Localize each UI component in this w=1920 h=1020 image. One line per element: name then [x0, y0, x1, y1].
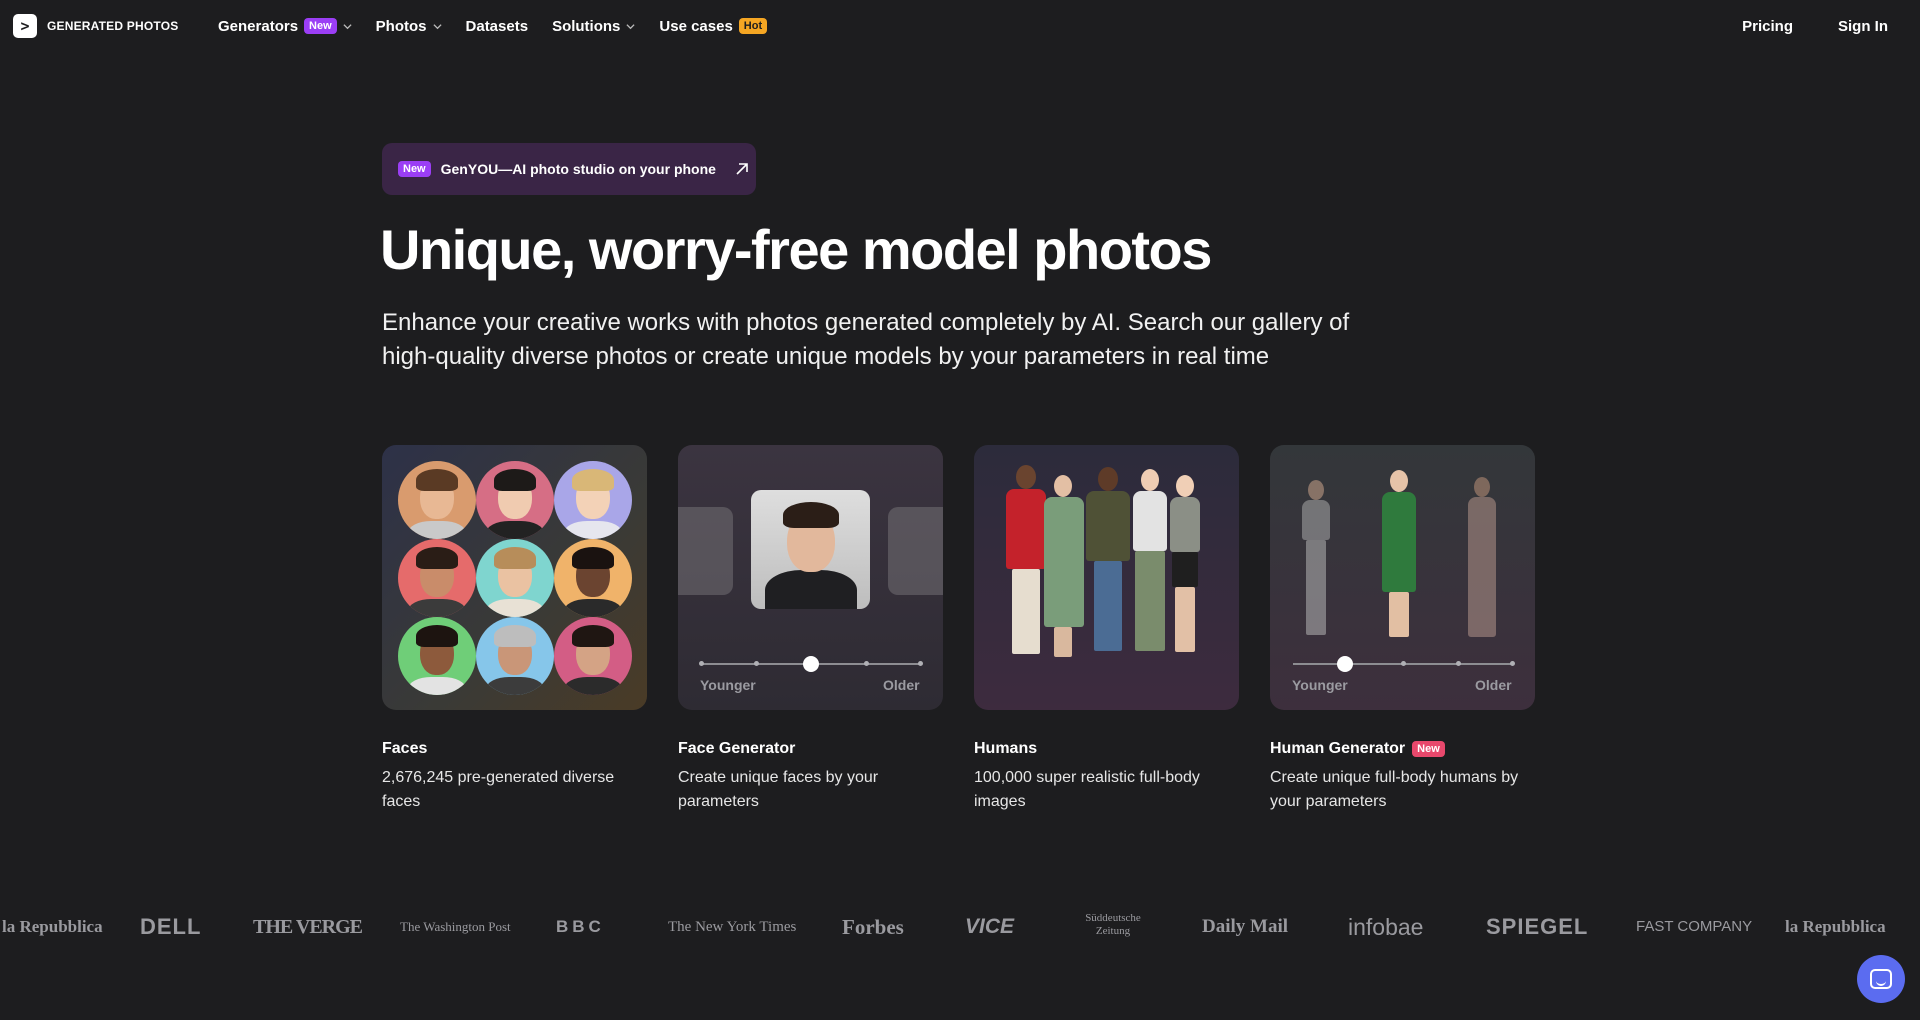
press-logo: SPIEGEL — [1486, 914, 1589, 939]
face-avatar — [554, 539, 632, 617]
press-logo: BBC — [556, 917, 605, 936]
slider-tick — [1510, 661, 1515, 666]
chevron-down-icon — [343, 23, 352, 29]
card-title-text: Face Generator — [678, 740, 796, 757]
nav-item-label: Datasets — [465, 17, 529, 35]
card-title: Face Generator — [678, 740, 943, 758]
card-title: Faces — [382, 740, 647, 758]
card-title-text: Faces — [382, 740, 428, 757]
face-avatar — [476, 461, 554, 539]
face-generator-image[interactable]: Younger Older — [678, 445, 943, 710]
pricing-link[interactable]: Pricing — [1742, 18, 1793, 35]
chevron-down-icon — [432, 23, 442, 29]
press-logo: FAST COMPANY — [1636, 918, 1753, 935]
human-generator-image[interactable]: Younger Older — [1270, 445, 1535, 710]
face-avatar — [476, 539, 554, 617]
press-logo: Süddeutsche Zeitung — [1085, 912, 1141, 937]
press-logos-strip: la Repubblica DELL THE VERGE The Washing… — [0, 912, 1920, 942]
brand-logo[interactable]: > GENERATED PHOTOS — [13, 14, 178, 38]
press-logo: VICE — [965, 915, 1015, 938]
slider-tick — [754, 661, 759, 666]
promo-text: GenYOU—AI photo studio on your phone — [440, 161, 716, 177]
press-logo: DELL — [140, 914, 202, 939]
humans-image[interactable] — [974, 445, 1239, 710]
hot-badge: Hot — [738, 18, 768, 34]
logo-icon: > — [13, 14, 37, 38]
card-description: Create unique full-body humans by your p… — [1270, 769, 1519, 810]
card-description: Create unique faces by your parameters — [678, 769, 879, 810]
press-logo: THE VERGE — [253, 916, 363, 938]
face-preview — [751, 490, 870, 609]
nav-right: Pricing Sign In — [1742, 0, 1888, 52]
nav-item-label: Photos — [375, 17, 427, 35]
press-logo: la Repubblica — [2, 917, 103, 936]
slider-tick — [918, 661, 923, 666]
hero-subtitle: Enhance your creative works with photos … — [382, 309, 1350, 370]
nav-item-label: Generators — [218, 17, 299, 35]
press-logo: infobae — [1348, 914, 1424, 940]
faces-grid-image[interactable] — [382, 445, 647, 710]
slider-max-label: Older — [883, 677, 920, 693]
main-menu: Generators New Photos Datasets Solutions… — [218, 0, 791, 52]
press-logo: The Washington Post — [400, 919, 511, 934]
card-description: 100,000 super realistic full-body images — [974, 769, 1200, 810]
face-avatar — [398, 461, 476, 539]
slider-tick — [1456, 661, 1461, 666]
face-thumbnail-right — [888, 507, 943, 595]
card-description: 2,676,245 pre-generated diverse faces — [382, 769, 615, 810]
face-avatar — [476, 617, 554, 695]
brand-name: GENERATED PHOTOS — [47, 19, 179, 33]
face-avatar — [398, 539, 476, 617]
nav-item-photos[interactable]: Photos — [376, 18, 442, 35]
nav-item-use-cases[interactable]: Use cases Hot — [659, 17, 768, 35]
slider-min-label: Younger — [1292, 677, 1348, 693]
card-title: Humans — [974, 740, 1239, 758]
chat-launcher-button[interactable] — [1857, 955, 1905, 1003]
card-title-text: Humans — [974, 740, 1038, 757]
face-avatar — [554, 461, 632, 539]
slider-max-label: Older — [1475, 677, 1512, 693]
slider-tick — [864, 661, 869, 666]
press-logo: Forbes — [842, 915, 904, 939]
card-face-generator[interactable]: Younger Older Face Generator Create uniq… — [678, 445, 943, 814]
nav-item-solutions[interactable]: Solutions — [552, 18, 635, 35]
top-nav: > GENERATED PHOTOS Generators New Photos… — [0, 0, 1920, 52]
card-title: Human Generator New — [1270, 740, 1535, 758]
press-logo: Daily Mail — [1202, 916, 1289, 937]
new-badge: New — [1412, 741, 1445, 757]
promo-banner[interactable]: New GenYOU—AI photo studio on your phone — [382, 143, 756, 195]
new-badge: New — [398, 161, 431, 177]
slider-tick — [1401, 661, 1406, 666]
card-title-text: Human Generator — [1270, 740, 1406, 757]
press-logo: la Repubblica — [1785, 917, 1886, 936]
sign-in-link[interactable]: Sign In — [1838, 18, 1888, 35]
slider-min-label: Younger — [700, 677, 756, 693]
arrow-up-right-icon — [736, 163, 748, 175]
face-thumbnail-left — [678, 507, 733, 595]
card-faces[interactable]: Faces 2,676,245 pre-generated diverse fa… — [382, 445, 647, 814]
chat-icon — [1870, 969, 1892, 989]
nav-item-datasets[interactable]: Datasets — [466, 18, 529, 35]
chevron-down-icon — [626, 23, 635, 29]
face-avatar — [398, 617, 476, 695]
nav-item-generators[interactable]: Generators New — [218, 18, 352, 35]
new-badge: New — [304, 18, 337, 34]
nav-item-label: Solutions — [552, 17, 621, 35]
slider-tick — [699, 661, 704, 666]
page-title: Unique, worry-free model photos — [380, 218, 1212, 281]
card-humans[interactable]: Humans 100,000 super realistic full-body… — [974, 445, 1239, 814]
nav-item-label: Use cases — [659, 17, 733, 35]
press-logo: The New York Times — [668, 919, 797, 935]
card-human-generator[interactable]: Younger Older Human Generator New Create… — [1270, 445, 1535, 814]
face-avatar — [554, 617, 632, 695]
age-slider-knob[interactable] — [1337, 656, 1353, 672]
age-slider-knob[interactable] — [803, 656, 819, 672]
